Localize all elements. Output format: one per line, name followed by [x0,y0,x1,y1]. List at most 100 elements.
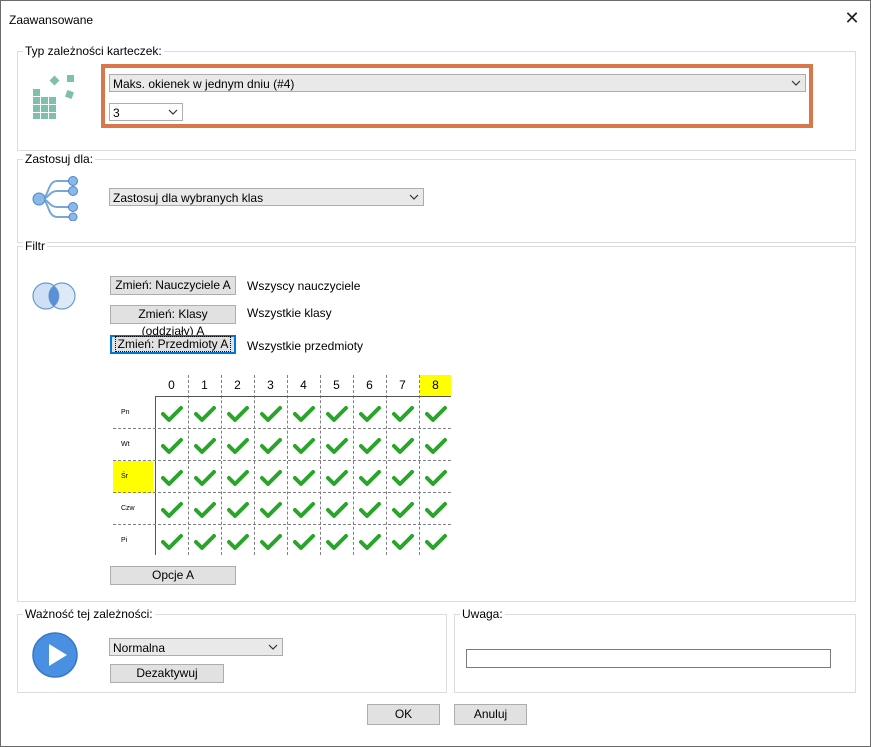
grid-cell[interactable] [320,397,353,429]
grid-cell[interactable] [419,397,452,429]
grid-cell[interactable] [188,429,221,461]
grid-cell[interactable] [221,525,254,557]
check-icon [392,502,414,518]
apply-group-label: Zastosuj dla: [23,152,96,166]
grid-cell[interactable] [188,397,221,429]
check-icon [392,470,414,486]
teachers-status: Wszyscy nauczyciele [247,279,361,293]
grid-cell[interactable] [320,461,353,493]
row-header[interactable]: Czw [113,493,153,525]
grid-cell[interactable] [353,397,386,429]
grid-cell[interactable] [353,429,386,461]
column-header[interactable]: 4 [287,375,320,396]
apply-combo[interactable]: Zastosuj dla wybranych klas [109,188,424,206]
close-icon[interactable]: ✕ [843,9,861,27]
check-icon [161,502,183,518]
grid-cell[interactable] [287,429,320,461]
column-header[interactable]: 1 [188,375,221,396]
note-input[interactable] [466,649,831,668]
tree-icon [32,176,78,221]
grid-cell[interactable] [221,461,254,493]
deactivate-button[interactable]: Dezaktywuj [110,664,224,683]
grid-cell[interactable] [353,493,386,525]
grid-cell[interactable] [287,493,320,525]
check-icon [326,470,348,486]
grid-cell[interactable] [287,461,320,493]
check-icon [227,534,249,550]
grid-cell[interactable] [221,493,254,525]
check-icon [293,438,315,454]
column-header[interactable]: 3 [254,375,287,396]
grid-cell[interactable] [386,525,419,557]
type-combo[interactable]: Maks. okienek w jednym dniu (#4) [109,74,806,92]
check-icon [194,406,216,422]
play-icon [32,632,78,678]
grid-cell[interactable] [419,493,452,525]
grid-cell[interactable] [155,525,188,557]
subjects-status: Wszystkie przedmioty [247,339,364,353]
grid-cell[interactable] [419,525,452,557]
grid-cell[interactable] [386,429,419,461]
grid-cell[interactable] [419,461,452,493]
grid-cell[interactable] [221,397,254,429]
filter-group-label: Filtr [23,239,47,253]
row-header[interactable]: Wt [113,429,153,461]
grid-cell[interactable] [386,493,419,525]
number-combo[interactable]: 3 [109,103,183,121]
column-header[interactable]: 7 [386,375,419,396]
grid-cell[interactable] [419,429,452,461]
grid-cell[interactable] [353,461,386,493]
check-icon [161,438,183,454]
options-button[interactable]: Opcje A [110,566,236,585]
check-icon [359,470,381,486]
grid-cell[interactable] [188,493,221,525]
check-icon [392,534,414,550]
check-icon [194,438,216,454]
row-header[interactable]: Pn [113,397,153,429]
change-teachers-button[interactable]: Zmień: Nauczyciele A [110,276,236,295]
grid-cell[interactable] [188,461,221,493]
grid-cell[interactable] [386,461,419,493]
grid-cell[interactable] [254,493,287,525]
grid-cell[interactable] [254,429,287,461]
check-icon [293,502,315,518]
grid-cell[interactable] [353,525,386,557]
row-header[interactable]: Pi [113,525,153,557]
grid-cell[interactable] [287,525,320,557]
column-header[interactable]: 5 [320,375,353,396]
check-icon [359,438,381,454]
grid-cell[interactable] [155,461,188,493]
check-icon [425,438,447,454]
column-header[interactable]: 0 [155,375,188,396]
change-subjects-button[interactable]: Zmień: Przedmioty A [110,335,236,354]
column-header-highlighted[interactable]: 8 [420,375,451,396]
grid-cell[interactable] [155,429,188,461]
grid-cell[interactable] [254,525,287,557]
check-icon [227,406,249,422]
grid-cell[interactable] [320,525,353,557]
importance-group-label: Ważność tej zależności: [23,607,155,621]
grid-cell[interactable] [320,429,353,461]
grid-cell[interactable] [254,461,287,493]
grid-cell[interactable] [320,493,353,525]
ok-button[interactable]: OK [367,704,440,725]
row-header-highlighted[interactable]: Śr [113,461,153,493]
column-header[interactable]: 2 [221,375,254,396]
check-icon [161,406,183,422]
grid-cell[interactable] [155,493,188,525]
grid-cell[interactable] [254,397,287,429]
check-icon [260,502,282,518]
change-classes-button[interactable]: Zmień: Klasy (oddziały) A [110,305,236,338]
grid-cell[interactable] [221,429,254,461]
column-header[interactable]: 6 [353,375,386,396]
check-icon [359,534,381,550]
cancel-button[interactable]: Anuluj [454,704,527,725]
grid-cell[interactable] [386,397,419,429]
grid-cell[interactable] [287,397,320,429]
importance-combo[interactable]: Normalna [109,638,283,656]
grid-cell[interactable] [155,397,188,429]
grid-cell[interactable] [188,525,221,557]
check-icon [326,406,348,422]
check-icon [392,406,414,422]
check-icon [326,534,348,550]
